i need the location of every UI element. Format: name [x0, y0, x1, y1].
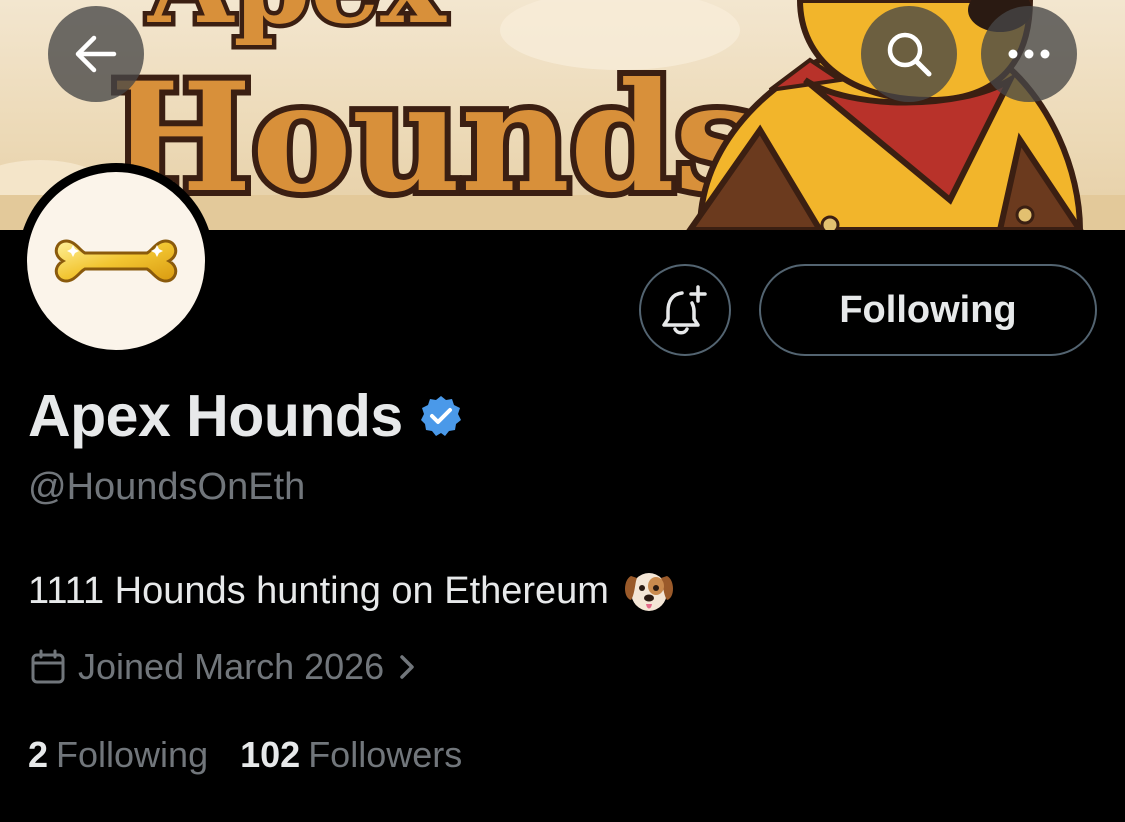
followers-stat[interactable]: 102 Followers	[240, 734, 462, 776]
notifications-button[interactable]	[639, 264, 731, 356]
verified-badge-icon[interactable]	[419, 394, 463, 438]
avatar-image	[27, 172, 205, 350]
banner-title-line2: Hounds	[110, 50, 759, 226]
following-button[interactable]: Following	[759, 264, 1097, 356]
following-stat[interactable]: 2 Following	[28, 734, 208, 776]
followers-label: Followers	[308, 734, 463, 775]
display-name: Apex Hounds	[28, 383, 403, 449]
display-name-row: Apex Hounds	[28, 382, 463, 450]
search-icon	[887, 32, 932, 77]
search-button[interactable]	[861, 6, 957, 102]
joined-text: Joined March 2026	[78, 646, 385, 687]
profile-stats: 2 Following 102 Followers	[28, 734, 494, 776]
following-label: Following	[56, 734, 209, 775]
more-horizontal-icon	[1008, 49, 1050, 59]
chevron-right-icon	[398, 653, 416, 681]
banner-title-line1: Apex	[147, 0, 447, 48]
bio-text: 1111 Hounds hunting on Ethereum	[28, 569, 609, 612]
followers-count: 102	[240, 734, 301, 775]
bio: 1111 Hounds hunting on Ethereum	[28, 568, 675, 614]
bell-plus-icon	[662, 285, 707, 335]
back-button[interactable]	[48, 6, 144, 102]
user-handle: @HoundsOnEth	[28, 466, 306, 508]
dog-face-emoji-icon	[623, 568, 675, 614]
gold-bone-icon	[54, 239, 178, 283]
following-count: 2	[28, 734, 49, 775]
more-options-button[interactable]	[981, 6, 1077, 102]
calendar-icon	[30, 649, 66, 685]
joined-date[interactable]: Joined March 2026	[30, 646, 416, 688]
profile-avatar[interactable]	[18, 163, 214, 359]
arrow-left-icon	[75, 35, 117, 73]
